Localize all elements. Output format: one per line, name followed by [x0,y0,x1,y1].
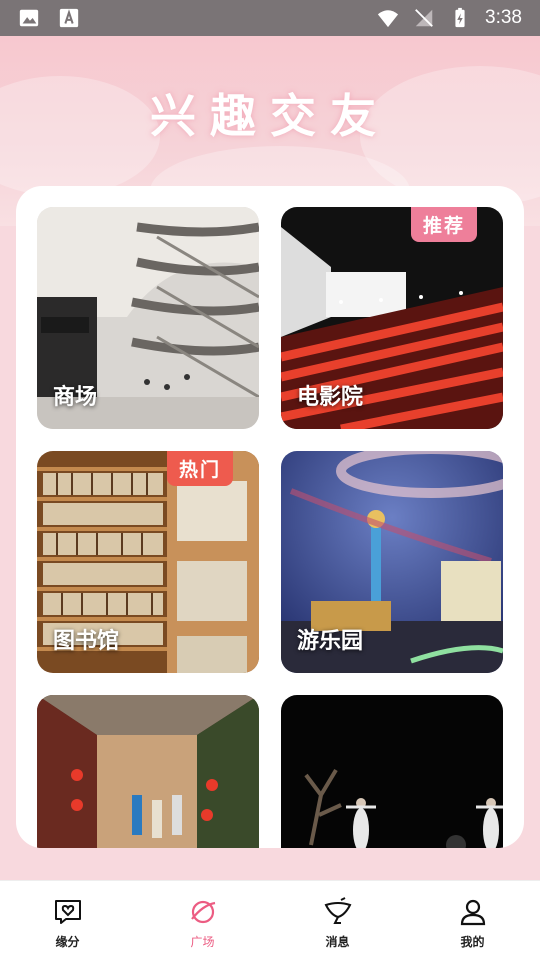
nav-item-mine[interactable]: 我的 [405,881,540,961]
heart-chat-icon [54,900,81,924]
battery-icon [455,7,465,28]
user-icon [460,899,485,926]
gallery-icon [19,9,39,27]
recommend-badge: 推荐 [410,207,477,242]
signal-off-icon [415,9,433,27]
tile-label: 商场 [53,385,98,410]
clock-time: 3:38 [485,7,522,28]
tile-performance[interactable] [281,695,503,848]
nav-label: 缘分 [55,935,80,949]
page-background-strip [0,848,540,880]
tile-library[interactable]: 热门 图书馆 [37,451,259,673]
place-grid: 商场 推荐 电影院 热门 图书馆 游乐园 [16,186,524,848]
performance-image [281,695,503,848]
nav-label: 消息 [325,935,350,949]
planet-icon [190,900,215,924]
nav-label: 广场 [190,935,215,949]
page-title: 兴趣交友 [150,89,390,143]
tile-cinema[interactable]: 推荐 电影院 [281,207,503,429]
message-icon [324,897,351,924]
wifi-icon [377,10,399,28]
tile-mall[interactable]: 商场 [37,207,259,429]
old-street-image [37,695,259,848]
status-bar: 3:38 [0,0,540,36]
tile-label: 游乐园 [297,629,364,654]
tile-old-street[interactable] [37,695,259,848]
nav-item-fate[interactable]: 缘分 [0,881,135,961]
hot-badge: 热门 [166,451,233,486]
text-a-icon [59,8,79,28]
tile-amusement-park[interactable]: 游乐园 [281,451,503,673]
nav-label: 我的 [460,935,485,949]
tile-label: 电影院 [297,385,364,410]
tile-label: 图书馆 [53,629,120,654]
nav-item-square[interactable]: 广场 [135,881,270,961]
bottom-nav: 缘分 广场 消息 我的 [0,880,540,961]
nav-item-messages[interactable]: 消息 [270,881,405,961]
